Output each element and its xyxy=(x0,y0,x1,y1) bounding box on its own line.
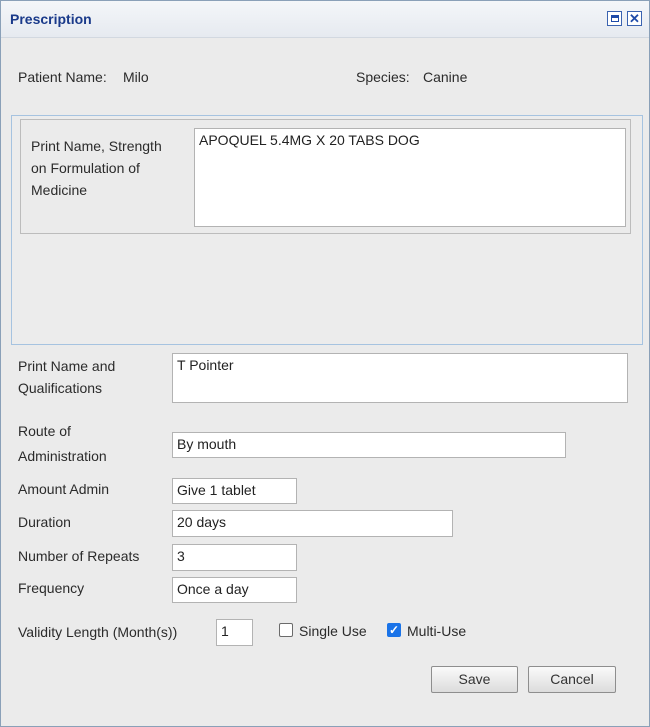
duration-input[interactable]: 20 days xyxy=(172,510,453,537)
validity-label: Validity Length (Month(s)) xyxy=(18,624,178,640)
frequency-label: Frequency xyxy=(18,580,85,596)
amount-label: Amount Admin xyxy=(18,481,110,497)
amount-input[interactable]: Give 1 tablet xyxy=(172,478,297,504)
qualifications-textarea[interactable]: T Pointer xyxy=(172,353,628,403)
save-button[interactable]: Save xyxy=(431,666,518,693)
patient-name-value: Milo xyxy=(123,69,149,85)
qualifications-label-line2: Qualifications xyxy=(18,380,103,396)
medicine-label-line2: on Formulation of xyxy=(31,160,140,176)
duration-label: Duration xyxy=(18,514,71,530)
repeats-label: Number of Repeats xyxy=(18,548,140,564)
repeats-input[interactable]: 3 xyxy=(172,544,297,571)
prescription-dialog: Prescription ✕ Patient Name: Milo Specie… xyxy=(0,0,650,727)
validity-input[interactable]: 1 xyxy=(216,619,253,646)
dialog-titlebar[interactable]: Prescription ✕ xyxy=(1,1,649,38)
route-label-line2: Administration xyxy=(18,448,107,464)
maximize-button[interactable] xyxy=(607,11,622,26)
multi-use-checkbox[interactable]: ✓ xyxy=(387,623,401,637)
cancel-button[interactable]: Cancel xyxy=(528,666,616,693)
single-use-checkbox[interactable] xyxy=(279,623,293,637)
checkmark-icon: ✓ xyxy=(388,623,400,637)
dialog-title: Prescription xyxy=(10,11,92,27)
medicine-textarea[interactable]: APOQUEL 5.4MG X 20 TABS DOG xyxy=(194,128,626,227)
route-input[interactable]: By mouth xyxy=(172,432,566,458)
route-label-line1: Route of xyxy=(18,423,71,439)
frequency-input[interactable]: Once a day xyxy=(172,577,297,603)
patient-name-label: Patient Name: xyxy=(18,69,107,85)
maximize-icon xyxy=(610,15,619,22)
medicine-panel: Print Name, Strength on Formulation of M… xyxy=(11,115,643,345)
medicine-label-line1: Print Name, Strength xyxy=(31,138,162,154)
species-label: Species: xyxy=(356,69,410,85)
close-button[interactable]: ✕ xyxy=(627,11,642,26)
qualifications-label-line1: Print Name and xyxy=(18,358,116,374)
medicine-group: Print Name, Strength on Formulation of M… xyxy=(20,119,631,234)
close-icon: ✕ xyxy=(629,11,640,26)
medicine-label-line3: Medicine xyxy=(31,182,88,198)
multi-use-label: Multi-Use xyxy=(407,623,467,639)
species-value: Canine xyxy=(423,69,468,85)
single-use-label: Single Use xyxy=(299,623,367,639)
